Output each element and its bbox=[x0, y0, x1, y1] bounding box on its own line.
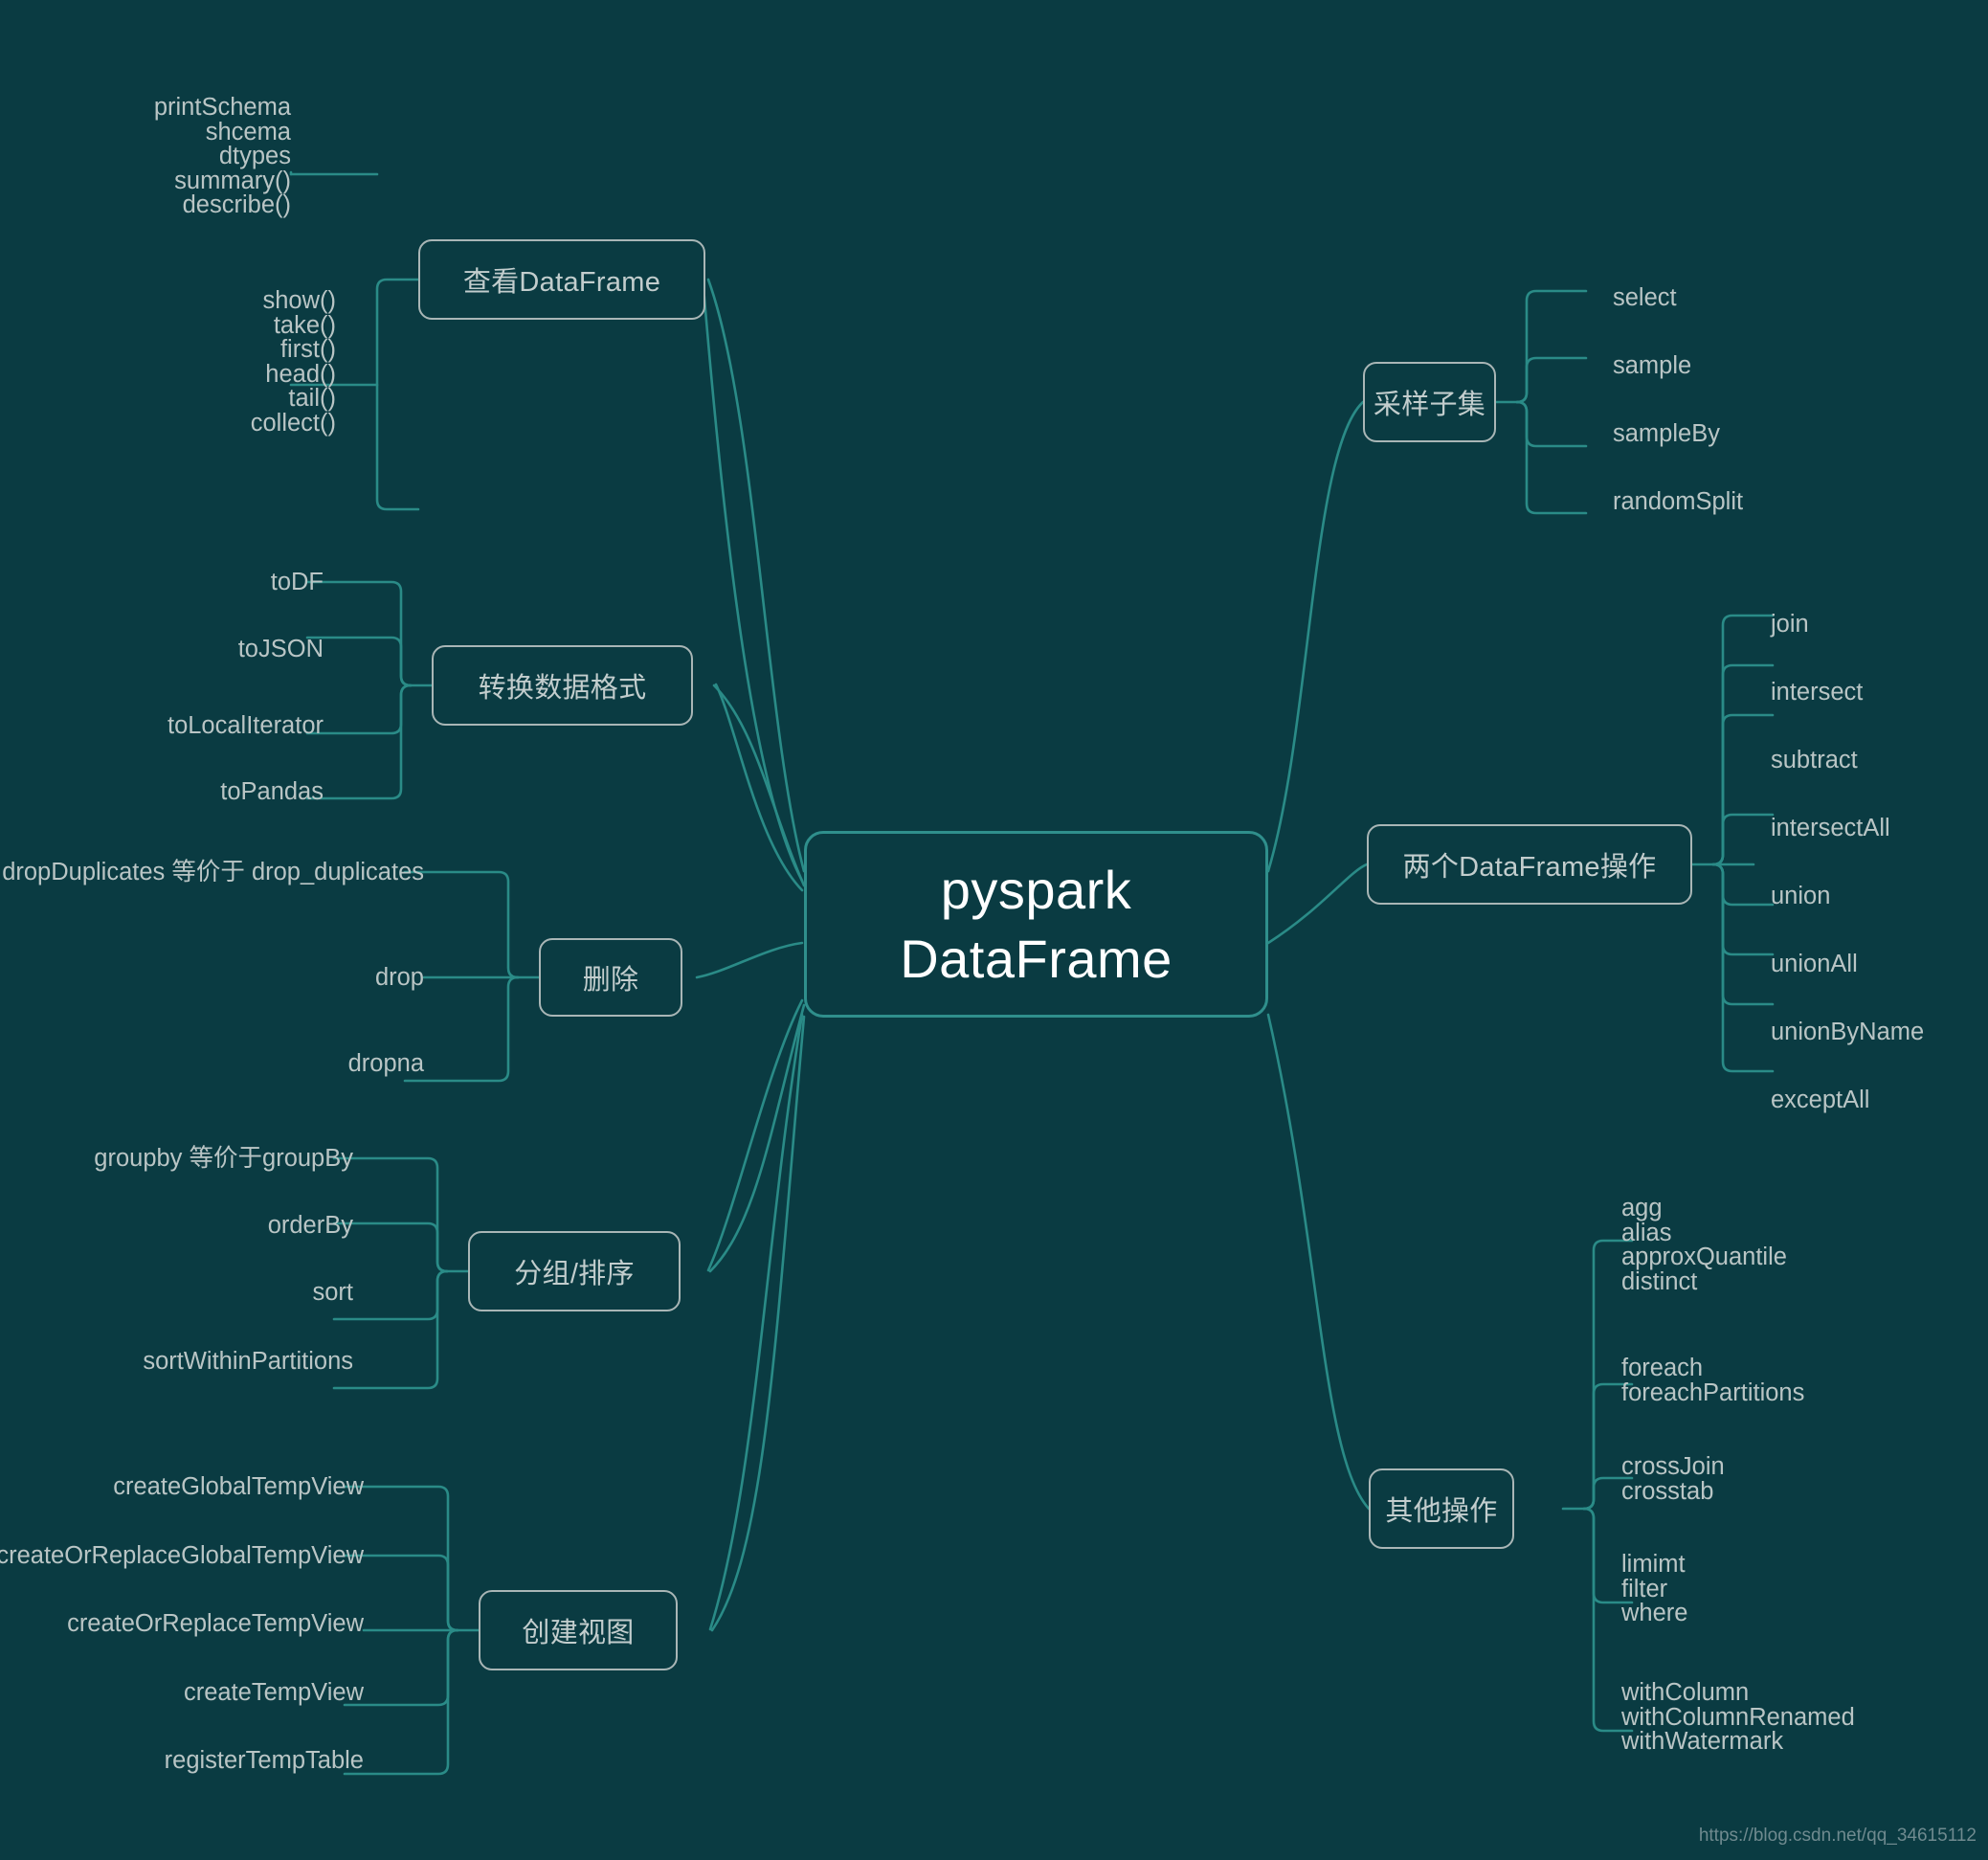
branch-node-two-dataframe-ops[interactable]: 两个DataFrame操作 bbox=[1367, 824, 1692, 905]
leaf-item[interactable]: foreachPartitions bbox=[1621, 1380, 1804, 1406]
leaf-item[interactable]: groupby 等价于groupBy bbox=[94, 1146, 353, 1172]
leaf-item[interactable]: withColumn bbox=[1621, 1680, 1855, 1706]
leaf-item[interactable]: union bbox=[1771, 884, 1830, 909]
leaf-group: printSchema shcema dtypes summary() desc… bbox=[154, 95, 291, 218]
branch-label: 查看DataFrame bbox=[462, 267, 661, 298]
leaf-item[interactable]: shcema bbox=[154, 120, 291, 146]
center-node-line1: pyspark bbox=[940, 859, 1132, 920]
leaf-item[interactable]: join bbox=[1771, 612, 1809, 638]
leaf-item[interactable]: unionAll bbox=[1771, 952, 1858, 977]
leaf-item[interactable]: tail() bbox=[251, 386, 336, 412]
branch-label: 其他操作 bbox=[1385, 1496, 1498, 1527]
leaf-item[interactable]: toPandas bbox=[220, 779, 324, 805]
leaf-item[interactable]: alias bbox=[1621, 1221, 1787, 1246]
leaf-item[interactable]: distinct bbox=[1621, 1269, 1787, 1295]
leaf-item[interactable]: toJSON bbox=[238, 637, 324, 662]
leaf-item[interactable]: agg bbox=[1621, 1196, 1787, 1221]
branch-node-convert-format[interactable]: 转换数据格式 bbox=[432, 645, 693, 726]
leaf-item[interactable]: toLocalIterator bbox=[168, 713, 324, 739]
leaf-item[interactable]: exceptAll bbox=[1771, 1087, 1869, 1113]
leaf-item[interactable]: unionByName bbox=[1771, 1020, 1924, 1045]
leaf-item[interactable]: withColumnRenamed bbox=[1621, 1705, 1855, 1731]
leaf-item[interactable]: select bbox=[1613, 285, 1677, 311]
leaf-item[interactable]: drop bbox=[375, 965, 424, 991]
leaf-item[interactable]: dtypes bbox=[154, 144, 291, 169]
leaf-item[interactable]: collect() bbox=[251, 411, 336, 437]
branch-node-delete[interactable]: 删除 bbox=[539, 938, 682, 1017]
leaf-item[interactable]: registerTempTable bbox=[165, 1748, 364, 1774]
leaf-item[interactable]: sample bbox=[1613, 353, 1691, 379]
leaf-item[interactable]: toDF bbox=[271, 570, 324, 595]
branch-label: 分组/排序 bbox=[514, 1259, 635, 1289]
leaf-item[interactable]: limimt bbox=[1621, 1552, 1687, 1578]
branch-node-view-dataframe[interactable]: 查看DataFrame bbox=[418, 239, 705, 320]
leaf-item[interactable]: approxQuantile bbox=[1621, 1244, 1787, 1270]
center-node-pyspark-dataframe[interactable]: pyspark DataFrame bbox=[804, 831, 1268, 1018]
branch-node-group-sort[interactable]: 分组/排序 bbox=[468, 1231, 681, 1311]
leaf-group: limimt filter where bbox=[1621, 1552, 1687, 1626]
leaf-item[interactable]: show() bbox=[251, 288, 336, 314]
leaf-group: withColumn withColumnRenamed withWaterma… bbox=[1621, 1680, 1855, 1755]
leaf-item[interactable]: crossJoin bbox=[1621, 1454, 1725, 1480]
leaf-item[interactable]: createTempView bbox=[184, 1680, 364, 1706]
leaf-item[interactable]: createGlobalTempView bbox=[113, 1474, 364, 1500]
leaf-item[interactable]: filter bbox=[1621, 1577, 1687, 1602]
leaf-item[interactable]: foreach bbox=[1621, 1356, 1804, 1381]
leaf-item[interactable]: sampleBy bbox=[1613, 421, 1720, 447]
leaf-item[interactable]: createOrReplaceGlobalTempView bbox=[0, 1543, 364, 1569]
center-node-line2: DataFrame bbox=[900, 928, 1173, 989]
leaf-group: agg alias approxQuantile distinct bbox=[1621, 1196, 1787, 1295]
leaf-item[interactable]: summary() bbox=[154, 168, 291, 194]
leaf-group: show() take() first() head() tail() coll… bbox=[251, 288, 336, 437]
leaf-item[interactable]: orderBy bbox=[268, 1213, 353, 1239]
mindmap-canvas: pyspark DataFrame 查看DataFrame 转换数据格式 删除 … bbox=[0, 0, 1988, 1860]
leaf-item[interactable]: take() bbox=[251, 313, 336, 339]
leaf-item[interactable]: crosstab bbox=[1621, 1479, 1725, 1505]
leaf-item[interactable]: withWatermark bbox=[1621, 1729, 1855, 1755]
leaf-item[interactable]: describe() bbox=[154, 192, 291, 218]
leaf-group: foreach foreachPartitions bbox=[1621, 1356, 1804, 1405]
leaf-item[interactable]: sortWithinPartitions bbox=[143, 1349, 353, 1375]
leaf-group: crossJoin crosstab bbox=[1621, 1454, 1725, 1505]
branch-node-create-view[interactable]: 创建视图 bbox=[479, 1590, 678, 1670]
branch-label: 采样子集 bbox=[1373, 390, 1486, 420]
leaf-item[interactable]: first() bbox=[251, 337, 336, 363]
leaf-item[interactable]: intersect bbox=[1771, 680, 1863, 706]
branch-label: 删除 bbox=[582, 965, 639, 996]
leaf-item[interactable]: createOrReplaceTempView bbox=[67, 1611, 364, 1637]
watermark-url: https://blog.csdn.net/qq_34615112 bbox=[1698, 1826, 1977, 1846]
leaf-item[interactable]: intersectAll bbox=[1771, 816, 1890, 841]
leaf-item[interactable]: sort bbox=[312, 1280, 353, 1306]
leaf-item[interactable]: printSchema bbox=[154, 95, 291, 121]
leaf-item[interactable]: dropna bbox=[348, 1051, 424, 1077]
leaf-item[interactable]: subtract bbox=[1771, 748, 1858, 773]
leaf-item[interactable]: dropDuplicates 等价于 drop_duplicates bbox=[2, 860, 424, 885]
leaf-item[interactable]: head() bbox=[251, 362, 336, 388]
branch-label: 两个DataFrame操作 bbox=[1402, 852, 1657, 883]
branch-node-sample-subset[interactable]: 采样子集 bbox=[1363, 362, 1496, 442]
branch-node-other-ops[interactable]: 其他操作 bbox=[1369, 1468, 1514, 1549]
leaf-item[interactable]: where bbox=[1621, 1601, 1687, 1626]
branch-label: 创建视图 bbox=[522, 1618, 635, 1648]
leaf-item[interactable]: randomSplit bbox=[1613, 489, 1743, 515]
branch-label: 转换数据格式 bbox=[478, 673, 647, 704]
